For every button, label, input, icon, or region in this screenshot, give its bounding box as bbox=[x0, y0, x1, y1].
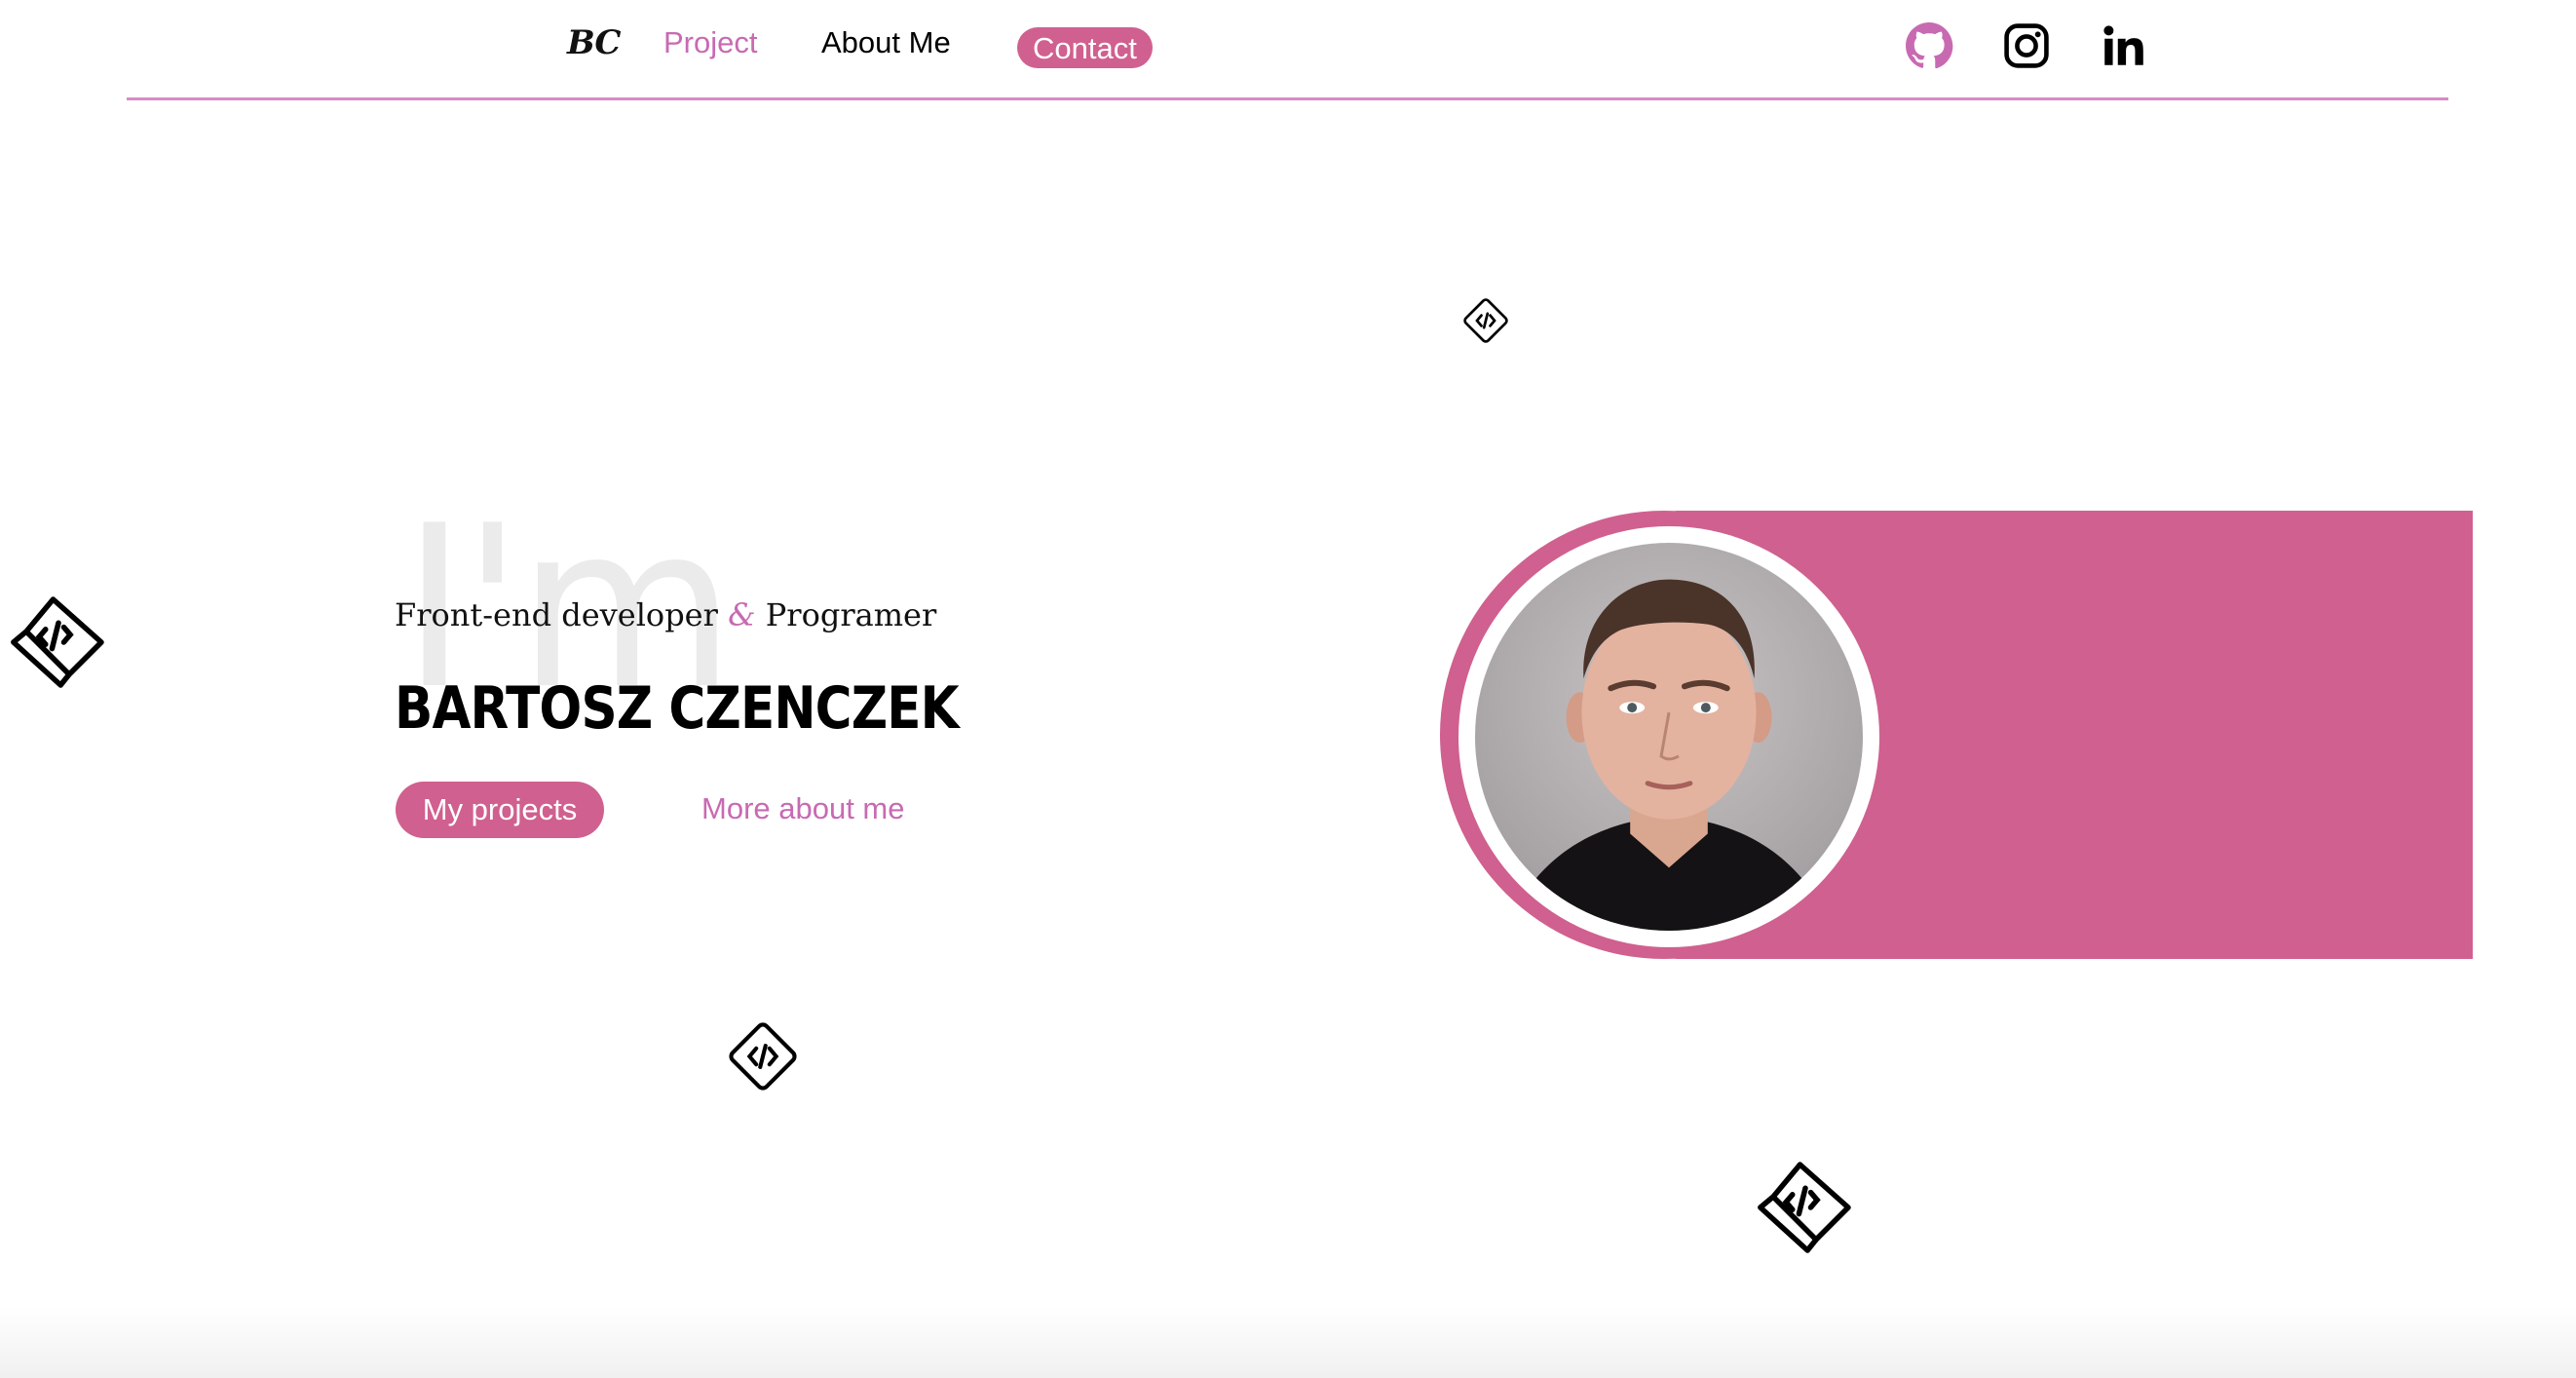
hero-name: BARTOSZ CZENCZEK bbox=[395, 674, 960, 743]
linkedin-icon[interactable] bbox=[2100, 21, 2148, 70]
code-tag-icon bbox=[1459, 294, 1512, 347]
code-tag-icon bbox=[723, 1016, 803, 1096]
subtitle-role-2: Programer bbox=[765, 596, 937, 633]
page-bottom-fade bbox=[0, 1306, 2576, 1378]
top-navigation: BC Project About Me Contact bbox=[0, 0, 2576, 101]
contact-button[interactable]: Contact bbox=[1017, 27, 1153, 68]
more-about-me-link[interactable]: More about me bbox=[701, 791, 905, 826]
subtitle-role: Front-end developer bbox=[395, 596, 718, 633]
nav-divider bbox=[127, 97, 2448, 100]
hero-subtitle: Front-end developer & Programer bbox=[395, 596, 936, 633]
code-tag-icon bbox=[1752, 1154, 1859, 1261]
nav-link-project[interactable]: Project bbox=[663, 25, 757, 60]
subtitle-ampersand: & bbox=[728, 596, 756, 633]
site-logo[interactable]: BC bbox=[567, 23, 621, 62]
profile-photo bbox=[1475, 543, 1863, 931]
nav-link-about-me[interactable]: About Me bbox=[821, 25, 951, 60]
my-projects-button[interactable]: My projects bbox=[396, 782, 604, 838]
instagram-icon[interactable] bbox=[2002, 21, 2051, 70]
code-tag-icon bbox=[5, 589, 112, 696]
github-icon[interactable] bbox=[1905, 21, 1953, 70]
